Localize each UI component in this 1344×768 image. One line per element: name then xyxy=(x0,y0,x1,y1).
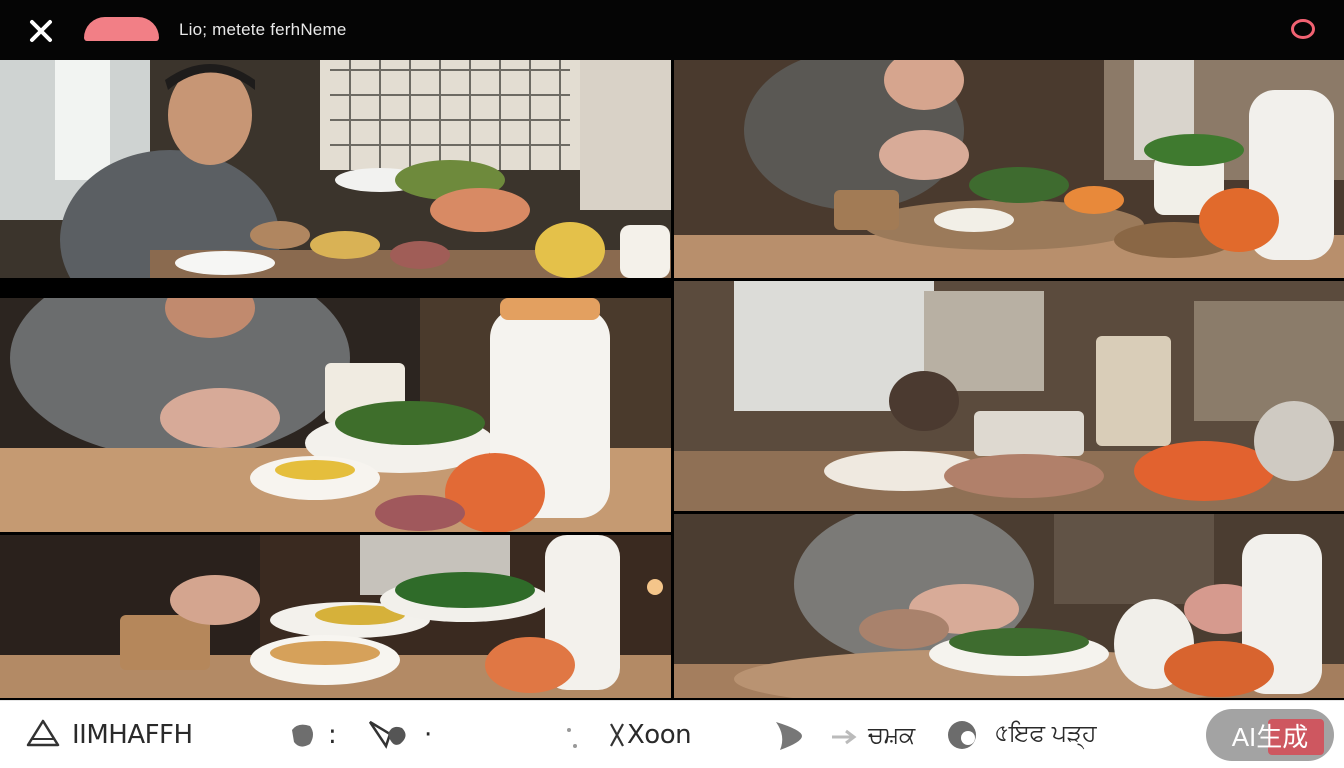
close-button[interactable] xyxy=(26,16,56,46)
pink-tab-shape[interactable] xyxy=(84,17,159,41)
heart-arrow-icon xyxy=(368,720,406,749)
video-panel-5[interactable] xyxy=(0,535,671,698)
tool-7-label: ৫ਇਫ ਪੜ੍ਹ xyxy=(994,719,1097,747)
panel-1-scene xyxy=(0,60,671,278)
tool-2[interactable]: : xyxy=(288,715,337,755)
ai-button-label: AI生成 xyxy=(1231,721,1309,752)
video-panel-1[interactable] xyxy=(0,60,671,278)
ai-generate-button[interactable]: AI生成 xyxy=(1206,709,1334,761)
tool-5[interactable] xyxy=(772,715,816,755)
bottom-toolbar: IIMHAFFH : · Xoon ਚਮ਼ਕ ৫ਇਫ ਪੜ੍ਹ AI生成 xyxy=(0,700,1344,768)
app-title: Lio; metete ferhNeme xyxy=(179,20,347,39)
app-window: Lio; metete ferhNeme IIMHAFFH: · Xoon ਚ… xyxy=(0,0,1344,768)
play-icon xyxy=(776,722,802,750)
tool-7[interactable]: ৫ਇਫ ਪੜ੍ਹ xyxy=(942,715,1097,755)
video-panel-6[interactable] xyxy=(674,514,1344,698)
ring-icon xyxy=(948,721,976,749)
triangle-icon xyxy=(26,719,60,747)
blob-icon xyxy=(292,724,313,747)
tool-6-label: ਚਮ਼ਕ xyxy=(868,721,915,749)
tool-4-label: Xoon xyxy=(627,720,692,750)
tool-4[interactable]: Xoon xyxy=(565,715,692,755)
video-panel-4[interactable] xyxy=(674,281,1344,511)
record-ring-icon xyxy=(1291,19,1315,39)
close-icon xyxy=(30,20,52,42)
panel-4-scene xyxy=(674,281,1344,511)
tool-1-label: IIMHAFFH xyxy=(72,720,193,750)
tool-1[interactable]: IIMHAFFH xyxy=(24,715,193,755)
video-panel-3[interactable] xyxy=(0,298,671,532)
tool-2-label: : xyxy=(328,720,337,750)
record-button[interactable] xyxy=(1290,17,1316,41)
dots-icon xyxy=(567,723,624,748)
panel-6-scene xyxy=(674,514,1344,698)
top-bar: Lio; metete ferhNeme xyxy=(0,0,1344,60)
panel-2-scene xyxy=(674,60,1344,278)
video-panel-2[interactable] xyxy=(674,60,1344,278)
tool-6[interactable]: ਚਮ਼ਕ xyxy=(830,715,915,755)
arrow-icon xyxy=(832,729,857,745)
panel-5-scene xyxy=(0,535,671,698)
panel-3-scene xyxy=(0,298,671,532)
tool-3-label: · xyxy=(424,720,432,750)
tool-3[interactable]: · xyxy=(368,715,432,755)
